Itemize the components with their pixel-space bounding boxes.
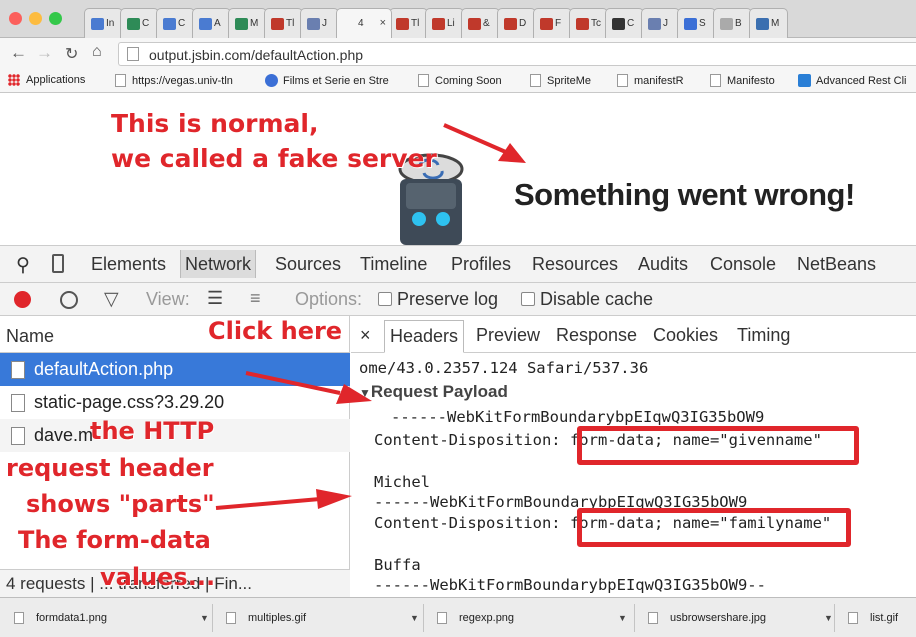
close-tab-icon[interactable]: × (380, 17, 386, 29)
image-file-icon (226, 612, 236, 624)
image-file-icon (848, 612, 858, 624)
annotation-arrows (215, 371, 372, 510)
download-item[interactable]: list.gif (834, 604, 916, 632)
chevron-down-icon[interactable]: ▼ (200, 613, 209, 623)
download-name: formdata1.png (36, 612, 107, 624)
tab-title: 4 (358, 18, 364, 29)
download-item[interactable]: regexp.png ▼ (423, 604, 634, 632)
image-file-icon (648, 612, 658, 624)
download-item[interactable]: multiples.gif ▼ (212, 604, 423, 632)
image-file-icon (14, 612, 24, 624)
chevron-down-icon[interactable]: ▼ (824, 613, 833, 623)
download-item[interactable]: usbrowsershare.jpg ▼ (634, 604, 834, 632)
image-file-icon (437, 612, 447, 624)
tab-favicon-icon (343, 18, 356, 30)
browser-tab[interactable]: 4 × (336, 8, 392, 38)
chevron-down-icon[interactable]: ▼ (410, 613, 419, 623)
download-name: multiples.gif (248, 612, 307, 624)
chevron-down-icon[interactable]: ▼ (618, 613, 627, 623)
download-name: list.gif (870, 612, 899, 624)
download-name: usbrowsershare.jpg (670, 612, 766, 624)
downloads-shelf: formdata1.png ▼ multiples.gif ▼ regexp.png… (0, 597, 916, 637)
screenshot-root: In C C A M Tl J 4 × Tl Li & D F Tc C J S B M ← → ↻ ⌂ output… (0, 0, 916, 637)
download-item[interactable]: formdata1.png ▼ (0, 604, 212, 632)
download-name: regexp.png (459, 612, 515, 624)
